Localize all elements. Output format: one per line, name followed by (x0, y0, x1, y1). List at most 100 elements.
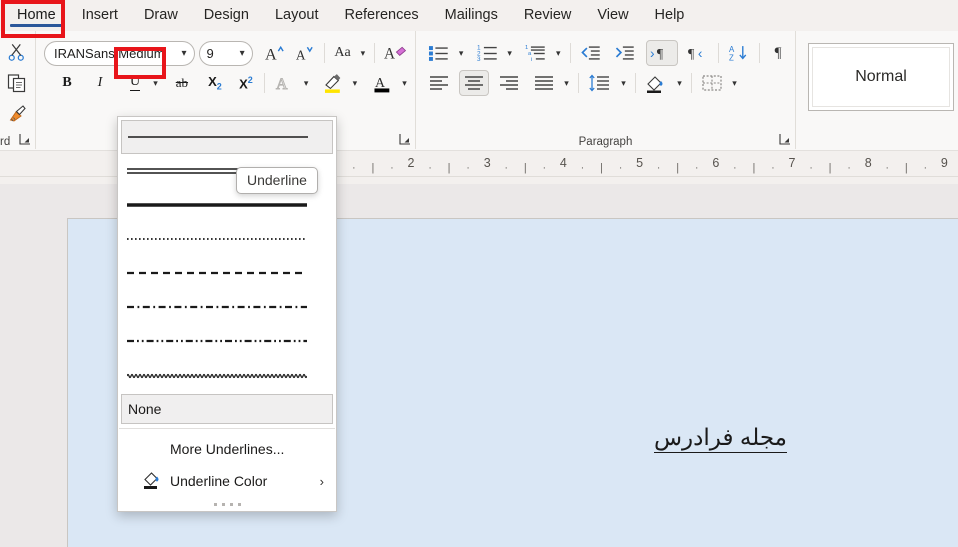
tab-references[interactable]: References (331, 3, 431, 28)
dash-dot-underline-item[interactable] (121, 290, 333, 324)
group-label-paragraph: Paragraph (578, 136, 633, 148)
styles-gallery[interactable]: Normal (808, 43, 954, 111)
chevron-down-icon[interactable]: ▾ (300, 78, 313, 89)
document-text[interactable]: مجله فرادرس (653, 424, 787, 453)
clipboard-dialog-launcher[interactable] (19, 133, 32, 146)
tab-layout[interactable]: Layout (262, 3, 332, 28)
cut-icon[interactable] (3, 37, 31, 67)
left-to-right-text-button[interactable]: ¶ ‹ (682, 40, 714, 66)
text-effects-button[interactable]: A (270, 70, 299, 96)
subscript-button[interactable]: X2 (202, 70, 228, 96)
ruler-mark-4: 4 (559, 156, 567, 170)
svg-text:Z: Z (729, 53, 734, 62)
style-normal[interactable]: Normal (812, 47, 950, 107)
svg-text:¶: ¶ (657, 46, 664, 61)
wavy-underline-item[interactable] (121, 358, 333, 392)
ruler-minor-tick: · (923, 162, 928, 174)
show-formatting-marks-button[interactable]: ¶ (765, 40, 791, 66)
increase-indent-button[interactable] (610, 40, 640, 66)
tab-review[interactable]: Review (511, 3, 585, 28)
align-left-button[interactable] (424, 70, 454, 96)
tab-review-label: Review (523, 7, 572, 23)
highlight-color-button[interactable] (318, 70, 348, 96)
chevron-down-icon[interactable]: ▾ (455, 48, 468, 59)
chevron-down-icon[interactable]: ▾ (398, 78, 411, 89)
underline-none-item[interactable]: None (121, 394, 333, 424)
bullet-list-button[interactable] (424, 40, 454, 66)
tab-insert-label: Insert (81, 7, 118, 23)
sort-button[interactable]: AZ (724, 40, 754, 66)
dotted-underline-item[interactable] (121, 222, 333, 256)
chevron-down-icon[interactable]: ▾ (552, 48, 565, 59)
tab-view[interactable]: View (584, 3, 641, 28)
font-name-value: IRANSans Medium (54, 45, 165, 61)
shading-button[interactable] (641, 70, 672, 96)
font-name-combo[interactable]: IRANSans Medium ▾ (44, 40, 195, 66)
line-spacing-button[interactable] (584, 70, 616, 96)
align-right-button[interactable] (494, 70, 524, 96)
ruler-minor-tick: | (447, 162, 451, 174)
chevron-down-icon[interactable]: ▾ (348, 78, 361, 89)
underline-chevron-down-icon[interactable]: ▾ (149, 78, 162, 89)
dropdown-grip-handle[interactable] (118, 497, 336, 511)
grow-font-button[interactable]: A (260, 40, 289, 66)
divider (759, 43, 761, 63)
dotted-underline-preview (127, 234, 327, 244)
borders-button[interactable] (697, 70, 727, 96)
numbered-list-button[interactable]: 123 (473, 40, 503, 66)
underline-style-list (118, 120, 336, 392)
dash-dot-dot-underline-item[interactable] (121, 324, 333, 358)
clear-formatting-button[interactable]: A (380, 40, 411, 66)
chevron-down-icon[interactable]: ▾ (357, 48, 370, 59)
font-color-button[interactable]: A (368, 70, 397, 96)
change-case-label: Aa (334, 45, 351, 60)
underline-color-item[interactable]: Underline Color › (118, 465, 336, 497)
pilcrow-icon: ¶ (774, 44, 782, 61)
tab-home[interactable]: Home (4, 3, 69, 28)
divider (635, 73, 636, 93)
chevron-down-icon[interactable]: ▾ (617, 78, 630, 89)
single-underline-item[interactable] (121, 120, 333, 154)
right-to-left-text-button[interactable]: › ¶ (646, 40, 678, 66)
align-center-button[interactable] (459, 70, 489, 96)
underline-color-label: Underline Color (170, 473, 268, 489)
tab-mailings-label: Mailings (444, 7, 498, 23)
divider (718, 43, 720, 63)
font-dialog-launcher[interactable] (399, 133, 412, 146)
change-case-button[interactable]: Aa (330, 40, 356, 66)
copy-icon[interactable] (3, 68, 31, 98)
multilevel-list-button[interactable]: 1ai (521, 40, 551, 66)
superscript-button[interactable]: X2 (233, 70, 259, 96)
ruler-minor-tick: · (580, 162, 585, 174)
bold-button[interactable]: B (54, 70, 80, 96)
ribbon-tab-bar: Home Insert Draw Design Layout Reference… (0, 0, 958, 31)
underline-button[interactable]: U (122, 70, 148, 96)
ruler-mark-5: 5 (636, 156, 644, 170)
chevron-down-icon[interactable]: ▾ (503, 48, 516, 59)
format-painter-icon[interactable] (3, 99, 31, 129)
tab-draw[interactable]: Draw (131, 3, 191, 28)
chevron-down-icon: ▾ (181, 47, 187, 59)
chevron-down-icon[interactable]: ▾ (673, 78, 686, 89)
svg-text:A: A (384, 46, 395, 63)
dashed-underline-item[interactable] (121, 256, 333, 290)
ruler-mark-3: 3 (483, 156, 491, 170)
italic-label: I (97, 75, 103, 90)
chevron-down-icon[interactable]: ▾ (728, 78, 741, 89)
ruler-minor-tick: · (733, 162, 737, 174)
more-underlines-item[interactable]: More Underlines... (118, 433, 336, 465)
chevron-down-icon[interactable]: ▾ (560, 78, 573, 89)
font-size-combo[interactable]: 9 ▾ (198, 40, 253, 66)
decrease-indent-button[interactable] (576, 40, 606, 66)
svg-text:›: › (650, 46, 655, 61)
tab-help[interactable]: Help (642, 3, 698, 28)
justify-button[interactable] (529, 70, 559, 96)
paragraph-dialog-launcher[interactable] (779, 133, 792, 146)
shrink-font-button[interactable]: A (290, 40, 319, 66)
italic-button[interactable]: I (87, 70, 113, 96)
ruler-mark-6: 6 (712, 156, 720, 170)
tab-design[interactable]: Design (191, 3, 262, 28)
strikethrough-button[interactable]: ab (169, 70, 195, 96)
tab-insert[interactable]: Insert (69, 3, 131, 28)
tab-mailings[interactable]: Mailings (432, 3, 511, 28)
